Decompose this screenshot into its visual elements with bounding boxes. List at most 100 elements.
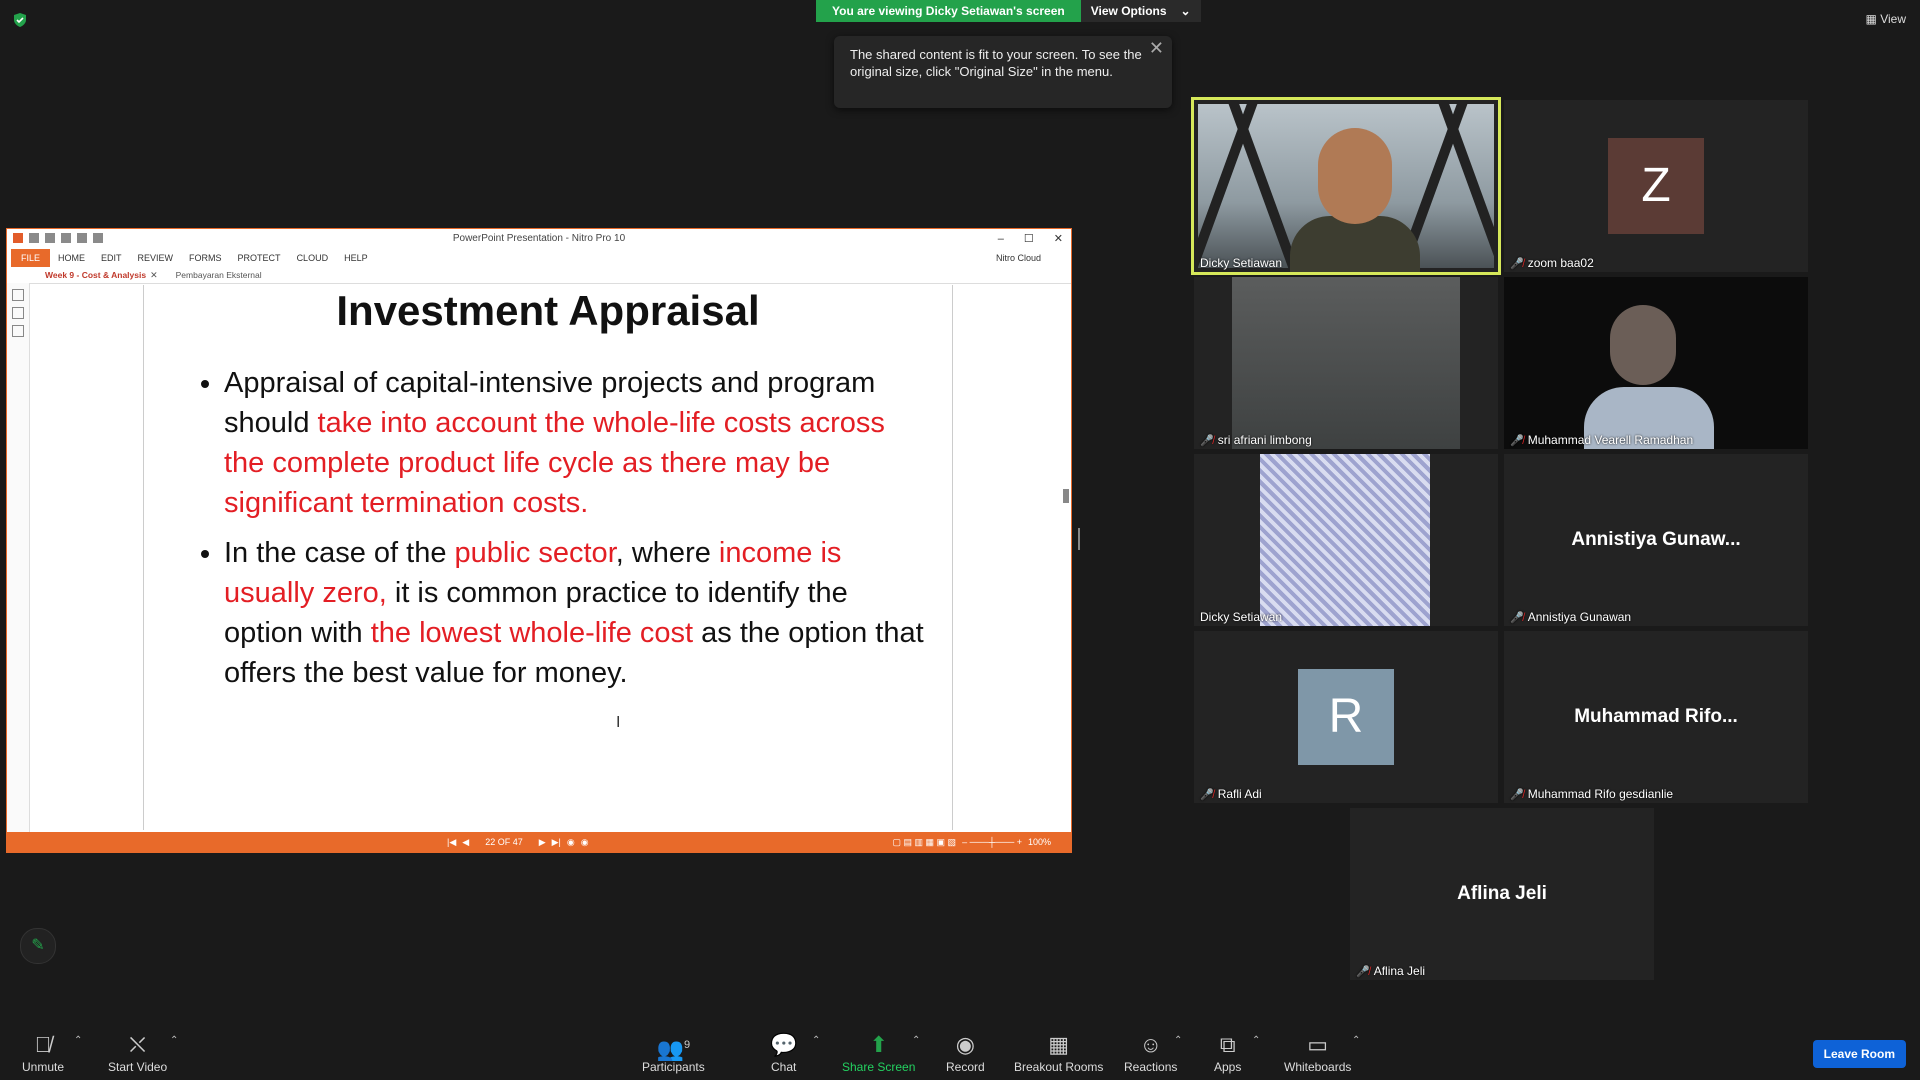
- close-icon[interactable]: ✕: [1149, 39, 1164, 57]
- name-label: Annistiya Gunawan: [1527, 610, 1632, 624]
- reactions-button[interactable]: ☺ Reactions: [1124, 1032, 1177, 1074]
- shared-screen-window: PowerPoint Presentation - Nitro Pro 10 –…: [6, 228, 1072, 853]
- attachments-icon[interactable]: [12, 325, 24, 337]
- video-tile[interactable]: Muhammad Rifo... 🎤̸ Muhammad Rifo gesdian…: [1504, 631, 1808, 803]
- participants-button[interactable]: 👥9 Participants: [642, 1032, 705, 1074]
- unmute-button[interactable]: 🎙̸ Unmute: [22, 1032, 64, 1074]
- ribbon-tab-edit[interactable]: EDIT: [93, 253, 130, 263]
- security-shield-icon[interactable]: [12, 12, 28, 28]
- bullet-2-text-a: In the case of the: [224, 537, 455, 569]
- fit-screen-tooltip: The shared content is fit to your screen…: [834, 36, 1172, 108]
- window-close-icon[interactable]: ✕: [1054, 229, 1063, 249]
- page-number[interactable]: 22 OF 47: [475, 837, 533, 847]
- left-panel-tools: [7, 283, 30, 832]
- share-screen-button[interactable]: ⬆ Share Screen: [842, 1032, 915, 1074]
- participant-name: 🎤̸ Annistiya Gunawan: [1510, 610, 1631, 624]
- ribbon-tab-home[interactable]: HOME: [50, 253, 93, 263]
- participant-video: [1232, 277, 1460, 449]
- record-button[interactable]: ◉ Record: [946, 1032, 985, 1074]
- video-off-icon: ⛌: [129, 1032, 146, 1057]
- view-button-label: View: [1880, 12, 1906, 26]
- video-tile[interactable]: Z 🎤̸ zoom baa02: [1504, 100, 1808, 272]
- muted-mic-icon: 🎤̸: [1510, 434, 1524, 447]
- quick-access-toolbar: [13, 233, 103, 243]
- chat-button[interactable]: 💬 Chat: [770, 1032, 797, 1074]
- video-options-chevron-icon[interactable]: ⌃: [170, 1035, 178, 1046]
- print-icon[interactable]: [61, 233, 71, 243]
- apps-options-chevron-icon[interactable]: ⌃: [1252, 1035, 1260, 1046]
- maximize-icon[interactable]: ☐: [1024, 229, 1034, 249]
- video-tile[interactable]: 🎤̸ sri afriani limbong: [1194, 277, 1498, 449]
- grid-view-icon: ▦: [1865, 12, 1881, 26]
- doc-tab-close-icon[interactable]: ✕: [150, 270, 158, 281]
- video-tile[interactable]: Dicky Setiawan: [1194, 454, 1498, 626]
- participant-name: 🎤̸ Aflina Jeli: [1356, 964, 1425, 978]
- last-page-icon[interactable]: ▶|: [552, 837, 561, 848]
- next-page-icon[interactable]: ▶: [539, 837, 546, 848]
- reactions-options-chevron-icon[interactable]: ⌃: [1174, 1035, 1182, 1046]
- breakout-rooms-button[interactable]: ▦ Breakout Rooms: [1014, 1032, 1103, 1074]
- reactions-label: Reactions: [1124, 1060, 1178, 1074]
- redo-icon[interactable]: [93, 233, 103, 243]
- view-mode-icons[interactable]: ▢ ▤ ▥ ▦ ▣ ▧: [893, 837, 957, 848]
- participant-video: [1504, 277, 1808, 449]
- ribbon-tab-review[interactable]: REVIEW: [130, 253, 182, 263]
- first-page-icon[interactable]: |◀: [447, 837, 456, 848]
- unmute-label: Unmute: [22, 1060, 65, 1074]
- ribbon-tab-cloud[interactable]: CLOUD: [289, 253, 337, 263]
- pages-icon[interactable]: [12, 289, 24, 301]
- undo-icon[interactable]: [77, 233, 87, 243]
- doc-tab[interactable]: Pembayaran Eksternal: [172, 270, 266, 280]
- video-tile[interactable]: R 🎤̸ Rafli Adi: [1194, 631, 1498, 803]
- name-label: Aflina Jeli: [1373, 964, 1426, 978]
- reactions-icon: ☺: [1139, 1032, 1162, 1057]
- scrollbar[interactable]: [1063, 489, 1069, 503]
- ribbon-tab-forms[interactable]: FORMS: [181, 253, 230, 263]
- display-name: Muhammad Rifo...: [1574, 706, 1738, 727]
- whiteboards-button[interactable]: ▭ Whiteboards: [1284, 1032, 1351, 1074]
- ribbon-tab-help[interactable]: HELP: [336, 253, 376, 263]
- ribbon-tab-file[interactable]: FILE: [11, 249, 51, 267]
- share-options-chevron-icon[interactable]: ⌃: [912, 1035, 920, 1046]
- doc-tab-active[interactable]: Week 9 - Cost & Analysis: [41, 270, 150, 280]
- split-handle[interactable]: [1078, 528, 1080, 550]
- video-tile[interactable]: Dicky Setiawan: [1191, 97, 1501, 275]
- document-tabs: Week 9 - Cost & Analysis ✕ Pembayaran Ek…: [7, 267, 1071, 284]
- name-label: zoom baa02: [1527, 256, 1594, 270]
- save-icon[interactable]: [45, 233, 55, 243]
- muted-mic-icon: 🎤̸: [1356, 965, 1370, 978]
- chat-options-chevron-icon[interactable]: ⌃: [812, 1035, 820, 1046]
- slide-canvas: Investment Appraisal Appraisal of capita…: [143, 285, 953, 830]
- view-options-button[interactable]: View Options ⌄: [1080, 0, 1201, 22]
- view-options-label: View Options: [1090, 4, 1167, 18]
- bookmarks-icon[interactable]: [12, 307, 24, 319]
- chat-icon: 💬: [770, 1032, 798, 1057]
- open-icon[interactable]: [29, 233, 39, 243]
- minimize-icon[interactable]: –: [998, 229, 1004, 249]
- ribbon-tab-protect[interactable]: PROTECT: [230, 253, 289, 263]
- participants-icon: 👥9: [656, 1036, 691, 1062]
- apps-button[interactable]: ⧉ Apps: [1214, 1032, 1241, 1074]
- name-label: Dicky Setiawan: [1200, 256, 1283, 270]
- zoom-level[interactable]: 100%: [1028, 837, 1051, 847]
- name-label: Dicky Setiawan: [1200, 610, 1283, 624]
- view-button[interactable]: ▦ View: [1866, 12, 1906, 26]
- zoom-slider[interactable]: – ───┼─── +: [962, 837, 1022, 847]
- back-icon[interactable]: ◉: [567, 837, 575, 848]
- whiteboards-options-chevron-icon[interactable]: ⌃: [1352, 1035, 1360, 1046]
- audio-options-chevron-icon[interactable]: ⌃: [74, 1035, 82, 1046]
- avatar: Z: [1608, 138, 1704, 234]
- nitro-cloud-user[interactable]: Nitro Cloud: [996, 253, 1041, 263]
- viewing-label: You are viewing Dicky Setiawan's screen: [816, 0, 1081, 22]
- forward-icon[interactable]: ◉: [581, 837, 589, 848]
- annotate-pencil-icon[interactable]: ✎: [20, 928, 56, 964]
- chat-label: Chat: [771, 1060, 797, 1074]
- bullet-2-red-a: public sector: [454, 537, 616, 569]
- prev-page-icon[interactable]: ◀: [462, 837, 469, 848]
- video-tile[interactable]: Aflina Jeli 🎤̸ Aflina Jeli: [1350, 808, 1654, 980]
- tooltip-text: The shared content is fit to your screen…: [850, 47, 1142, 79]
- video-tile[interactable]: 🎤̸ Muhammad Vearell Ramadhan: [1504, 277, 1808, 449]
- video-tile[interactable]: Annistiya Gunaw... 🎤̸ Annistiya Gunawan: [1504, 454, 1808, 626]
- leave-room-button[interactable]: Leave Room: [1812, 1040, 1906, 1068]
- start-video-button[interactable]: ⛌ Start Video: [108, 1032, 167, 1074]
